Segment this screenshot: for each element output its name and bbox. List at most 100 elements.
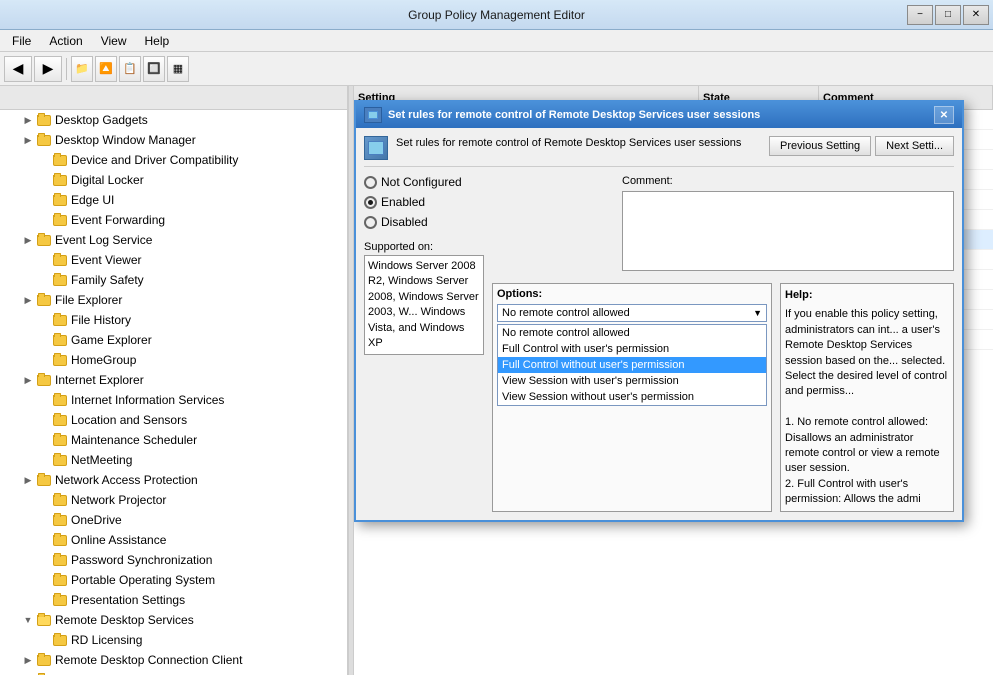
dropdown-field[interactable]: No remote control allowed ▼ <box>497 304 767 322</box>
tree-item-onedrive[interactable]: ▶ OneDrive <box>0 510 347 530</box>
tree-item-rdcc[interactable]: ▶ Remote Desktop Connection Client <box>0 650 347 670</box>
tree-item-network-projector[interactable]: ▶ Network Projector <box>0 490 347 510</box>
toolbar-btn-2[interactable]: 🔼 <box>95 56 117 82</box>
modal-close-button[interactable]: ✕ <box>934 106 954 124</box>
tree-item-rds[interactable]: ▼ Remote Desktop Services <box>0 610 347 630</box>
tree-label: Event Log Service <box>55 233 152 247</box>
options-title: Options: <box>497 288 767 300</box>
policy-title-text: Set rules for remote control of Remote D… <box>396 136 761 150</box>
tree-item-event-log[interactable]: ▶ Event Log Service <box>0 230 347 250</box>
expand-icon[interactable]: ▼ <box>20 612 36 628</box>
expand-icon[interactable]: ▶ <box>20 472 36 488</box>
tree-item-desktop-gadgets[interactable]: ▶ Desktop Gadgets <box>0 110 347 130</box>
expand-icon[interactable]: ▶ <box>20 652 36 668</box>
supported-section: Supported on: Windows Server 2008 R2, Wi… <box>364 241 484 355</box>
toolbar-btn-5[interactable]: ▦ <box>167 56 189 82</box>
tree-item-location-sensors[interactable]: ▶ Location and Sensors <box>0 410 347 430</box>
tree-item-device-driver[interactable]: ▶ Device and Driver Compatibility <box>0 150 347 170</box>
tree-item-family-safety[interactable]: ▶ Family Safety <box>0 270 347 290</box>
tree-item-maintenance[interactable]: ▶ Maintenance Scheduler <box>0 430 347 450</box>
tree-label: Online Assistance <box>71 533 166 547</box>
dropdown-option-0[interactable]: No remote control allowed <box>498 325 766 341</box>
forward-button[interactable]: ▶ <box>34 56 62 82</box>
window-title: Group Policy Management Editor <box>408 8 585 22</box>
tree-item-rd-licensing[interactable]: ▶ RD Licensing <box>0 630 347 650</box>
comment-textarea[interactable] <box>622 191 954 271</box>
tree-item-game-explorer[interactable]: ▶ Game Explorer <box>0 330 347 350</box>
close-button[interactable]: ✕ <box>963 5 989 25</box>
back-button[interactable]: ◀ <box>4 56 32 82</box>
menu-action[interactable]: Action <box>41 32 90 50</box>
folder-icon <box>52 452 68 468</box>
expand-icon[interactable]: ▶ <box>20 232 36 248</box>
expand-icon[interactable]: ▶ <box>20 112 36 128</box>
folder-icon <box>52 532 68 548</box>
tree-item-netmeeting[interactable]: ▶ NetMeeting <box>0 450 347 470</box>
tree-item-online-assistance[interactable]: ▶ Online Assistance <box>0 530 347 550</box>
menu-file[interactable]: File <box>4 32 39 50</box>
dropdown-option-4[interactable]: View Session without user's permission <box>498 389 766 405</box>
folder-icon <box>36 132 52 148</box>
tree-label: Desktop Window Manager <box>55 133 196 147</box>
tree-item-portable-os[interactable]: ▶ Portable Operating System <box>0 570 347 590</box>
dropdown-option-2[interactable]: Full Control without user's permission <box>498 357 766 373</box>
menu-help[interactable]: Help <box>137 32 178 50</box>
tree-label: Network Projector <box>71 493 166 507</box>
tree-item-iis[interactable]: ▶ Internet Information Services <box>0 390 347 410</box>
expand-icon[interactable]: ▶ <box>20 132 36 148</box>
folder-icon <box>52 512 68 528</box>
tree-item-event-viewer[interactable]: ▶ Event Viewer <box>0 250 347 270</box>
tree-label: Event Viewer <box>71 253 141 267</box>
dropdown-list[interactable]: No remote control allowed Full Control w… <box>497 324 767 406</box>
radio-disabled[interactable]: Disabled <box>364 215 484 229</box>
policy-dialog[interactable]: Set rules for remote control of Remote D… <box>354 100 964 522</box>
tree-item-file-history[interactable]: ▶ File History <box>0 310 347 330</box>
help-text: If you enable this policy setting, admin… <box>785 307 949 507</box>
tree-item-password-sync[interactable]: ▶ Password Synchronization <box>0 550 347 570</box>
modal-title-text: Set rules for remote control of Remote D… <box>388 109 760 121</box>
tree-item-presentation[interactable]: ▶ Presentation Settings <box>0 590 347 610</box>
toolbar-btn-4[interactable]: 🔲 <box>143 56 165 82</box>
folder-icon <box>36 232 52 248</box>
minimize-button[interactable]: − <box>907 5 933 25</box>
tree-item-nap[interactable]: ▶ Network Access Protection <box>0 470 347 490</box>
radio-btn-enabled[interactable] <box>364 196 377 209</box>
tree-label: Device and Driver Compatibility <box>71 153 238 167</box>
tree-label: Family Safety <box>71 273 144 287</box>
supported-label: Supported on: <box>364 241 484 253</box>
tree-item-event-forwarding[interactable]: ▶ Event Forwarding <box>0 210 347 230</box>
tree-item-homegroup[interactable]: ▶ HomeGroup <box>0 350 347 370</box>
radio-btn-disabled[interactable] <box>364 216 377 229</box>
next-setting-button[interactable]: Next Setti... <box>875 136 954 156</box>
tree-label: File History <box>71 313 131 327</box>
radio-btn-not-configured[interactable] <box>364 176 377 189</box>
folder-icon <box>52 312 68 328</box>
toolbar-btn-3[interactable]: 📋 <box>119 56 141 82</box>
radio-enabled[interactable]: Enabled <box>364 195 484 209</box>
folder-icon <box>52 332 68 348</box>
tree-label: RD Licensing <box>71 633 142 647</box>
expand-icon[interactable]: ▶ <box>20 292 36 308</box>
tree-item-rdsh[interactable]: ▼ Remote Desktop Session Host <box>0 670 347 675</box>
dropdown-option-1[interactable]: Full Control with user's permission <box>498 341 766 357</box>
modal-controls: ✕ <box>934 106 954 124</box>
tree-item-desktop-window-manager[interactable]: ▶ Desktop Window Manager <box>0 130 347 150</box>
comment-label: Comment: <box>622 175 673 187</box>
title-bar: Group Policy Management Editor − □ ✕ <box>0 0 993 30</box>
toolbar-btn-1[interactable]: 📁 <box>71 56 93 82</box>
folder-icon <box>52 252 68 268</box>
tree-item-edge-ui[interactable]: ▶ Edge UI <box>0 190 347 210</box>
menu-view[interactable]: View <box>93 32 135 50</box>
expand-icon[interactable]: ▶ <box>20 372 36 388</box>
tree-item-file-explorer[interactable]: ▶ File Explorer <box>0 290 347 310</box>
folder-icon <box>36 372 52 388</box>
maximize-button[interactable]: □ <box>935 5 961 25</box>
radio-not-configured[interactable]: Not Configured <box>364 175 484 189</box>
tree-label: Maintenance Scheduler <box>71 433 197 447</box>
prev-setting-button[interactable]: Previous Setting <box>769 136 871 156</box>
tree-item-internet-explorer[interactable]: ▶ Internet Explorer <box>0 370 347 390</box>
tree-item-digital-locker[interactable]: ▶ Digital Locker <box>0 170 347 190</box>
tree-content[interactable]: ▶ Desktop Gadgets ▶ Desktop Window Manag… <box>0 110 347 675</box>
tree-label: Presentation Settings <box>71 593 185 607</box>
dropdown-option-3[interactable]: View Session with user's permission <box>498 373 766 389</box>
